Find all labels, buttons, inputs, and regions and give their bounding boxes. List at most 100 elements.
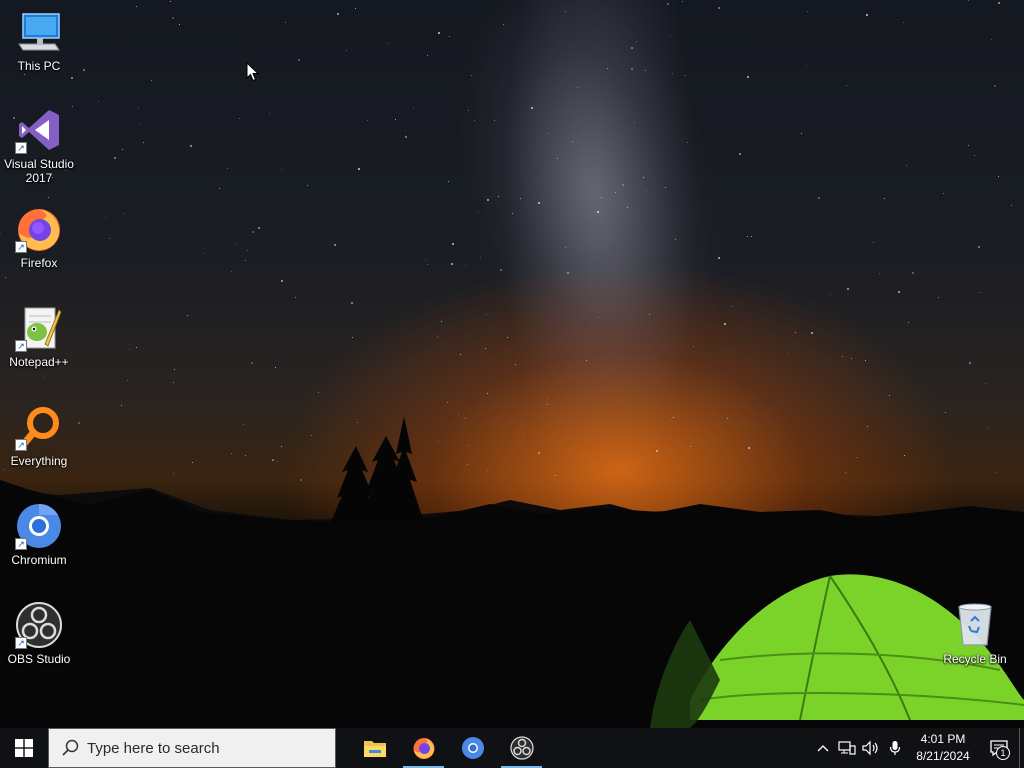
star [460,354,461,355]
desktop-icon-obs-studio[interactable]: ↗ OBS Studio [1,601,77,666]
star [879,273,880,274]
star [172,17,174,19]
star [138,107,139,108]
taskbar-clock[interactable]: 4:01 PM 8/21/2024 [907,728,979,768]
taskbar-app-file-explorer[interactable] [350,728,399,768]
star [231,271,232,272]
star [269,113,270,114]
star [908,322,909,323]
star [991,39,992,40]
star [105,217,106,218]
star [438,32,440,34]
firefox-icon [413,738,434,759]
desktop-icon-notepad-plus-plus[interactable]: ↗ Notepad++ [1,304,77,369]
action-center-button[interactable]: 1 [979,728,1019,768]
star [452,243,454,245]
star [787,353,788,354]
star [427,264,428,265]
taskbar-search-box[interactable]: Type here to search [48,728,336,768]
show-hidden-icons-button[interactable] [811,728,835,768]
star [601,197,602,198]
star [281,169,282,170]
desktop-icon-recycle-bin[interactable]: Recycle Bin [937,601,1013,666]
volume-tray-button[interactable] [859,728,883,768]
star [968,0,969,1]
notification-count-badge: 1 [996,746,1010,760]
star [337,13,339,15]
star [487,199,489,201]
notepad-plus-plus-icon: ↗ [15,304,63,352]
desktop-icon-this-pc[interactable]: This PC [1,8,77,73]
star [258,227,260,229]
star [114,157,116,159]
star [71,77,73,79]
desktop-icon-label: OBS Studio [7,652,71,666]
star [151,80,152,81]
star [889,395,890,396]
star [109,238,110,239]
star [634,122,635,123]
star [352,337,353,338]
network-icon [838,741,856,755]
star [912,272,914,274]
star [898,291,900,293]
star [355,8,356,9]
taskbar-app-chromium[interactable] [448,728,497,768]
star [295,297,296,298]
star [903,22,904,23]
star [806,65,807,66]
star [448,181,449,182]
taskbar-app-firefox[interactable] [399,728,448,768]
star [127,380,128,381]
star [598,317,599,318]
star [235,244,236,245]
star [811,332,813,334]
star [498,196,499,197]
desktop-icon-everything[interactable]: ↗ Everything [1,403,77,468]
star [251,362,253,364]
star [179,24,180,25]
star [425,260,426,261]
recycle-bin-icon [951,601,999,649]
clock-time: 4:01 PM [920,732,966,746]
star [718,257,720,259]
star [969,362,971,364]
show-desktop-button[interactable] [1019,728,1024,768]
desktop-icon-visual-studio[interactable]: ↗ Visual Studio 2017 [1,106,77,185]
star [1011,205,1012,206]
star [747,236,748,237]
star [851,358,852,359]
star [427,55,428,56]
mountain-silhouette [0,416,1024,728]
microphone-tray-button[interactable] [883,728,907,768]
star [245,260,246,261]
star [622,184,624,186]
star [665,187,666,188]
start-button[interactable] [0,728,48,768]
star [449,36,450,37]
star [645,70,646,71]
network-tray-button[interactable] [835,728,859,768]
star [739,153,741,155]
star [938,297,939,298]
clock-date: 8/21/2024 [916,749,970,763]
star [607,68,608,69]
star [494,120,495,121]
desktop-icon-firefox[interactable]: ↗ Firefox [1,205,77,270]
desktop-icon-chromium[interactable]: ↗ Chromium [1,502,77,567]
star [565,247,566,248]
star [643,177,644,178]
star [500,269,502,271]
star [471,75,472,76]
star [474,120,475,121]
desktop-icon-label: This PC [17,59,61,73]
star [586,360,587,361]
taskbar-app-obs-studio[interactable] [497,728,546,768]
star [731,306,732,307]
star [351,302,353,304]
search-placeholder: Type here to search [87,739,220,757]
star [187,315,188,316]
star [239,118,240,119]
star [615,192,616,193]
star [227,168,228,169]
